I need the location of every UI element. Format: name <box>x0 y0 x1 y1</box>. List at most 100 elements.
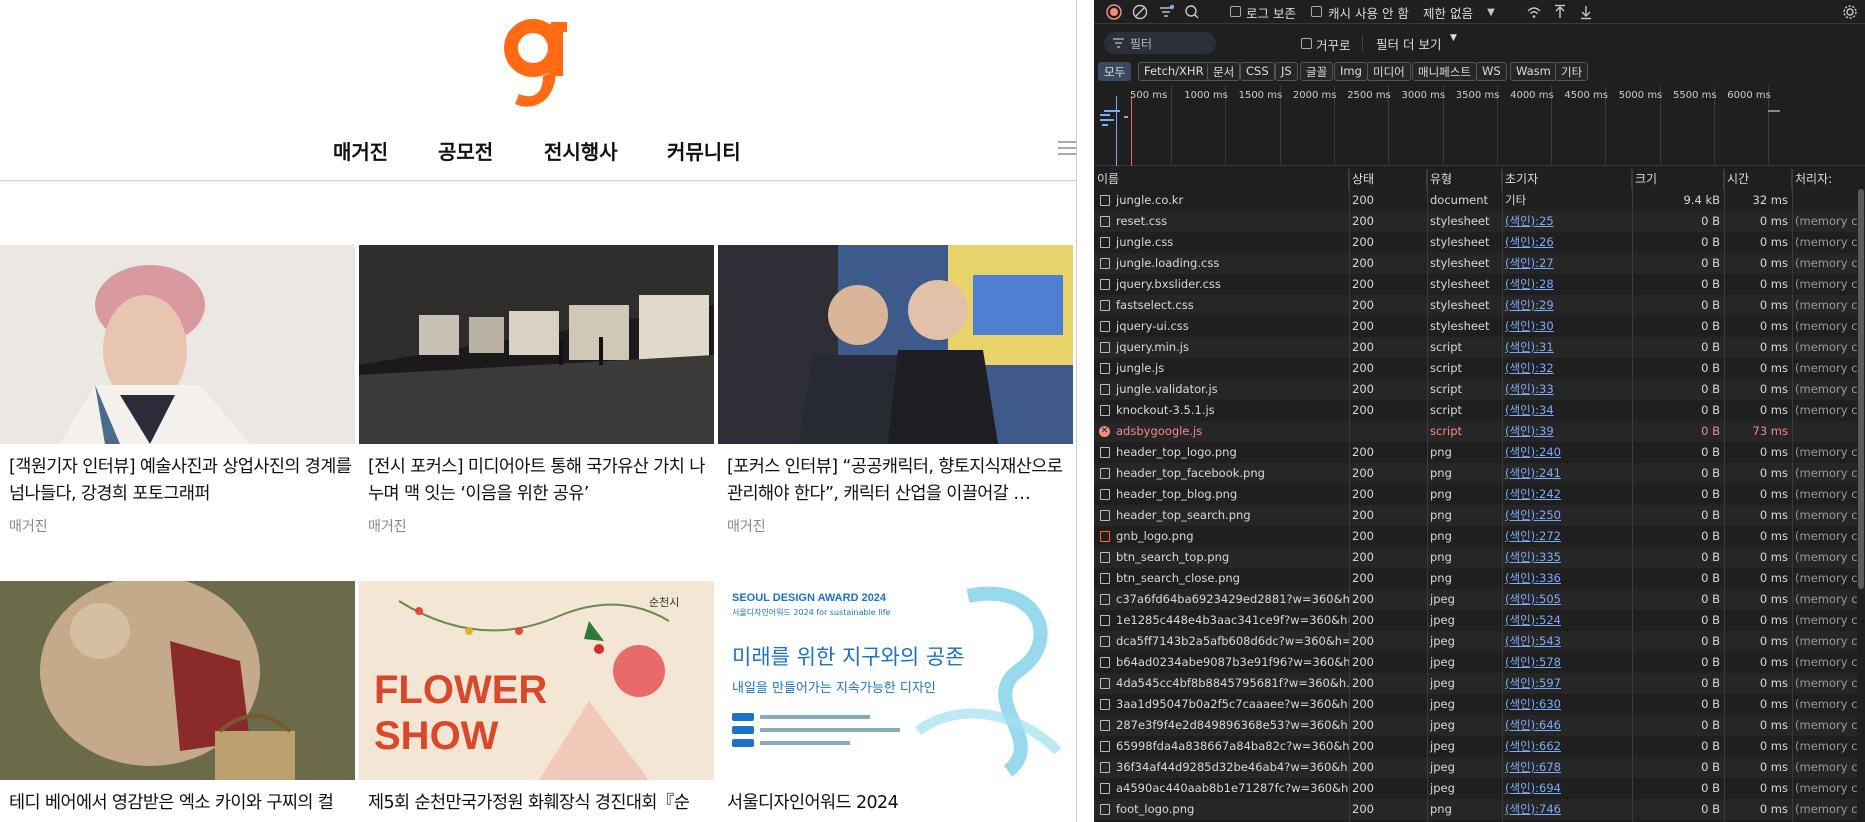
request-initiator[interactable]: (색인):630 <box>1502 694 1632 715</box>
request-row[interactable]: foot_logo.png 200 png (색인):746 0 B 0 ms (memor… <box>1094 799 1857 820</box>
initiator-link[interactable]: (색인):28 <box>1505 277 1554 291</box>
col-initiator[interactable]: 초기자 <box>1502 169 1632 190</box>
initiator-link[interactable]: (색인):240 <box>1505 445 1561 459</box>
initiator-link[interactable]: (색인):543 <box>1505 634 1561 648</box>
network-conditions-icon[interactable] <box>1526 4 1542 20</box>
initiator-link[interactable]: (색인):335 <box>1505 550 1561 564</box>
request-row[interactable]: reset.css 200 stylesheet (색인):25 0 B 0 ms (mem… <box>1094 211 1857 232</box>
invert-label[interactable]: 거꾸로 <box>1316 35 1351 54</box>
network-timeline-overview[interactable]: 500 ms 1000 ms 1500 ms 2000 ms 2500 ms 3000 m… <box>1094 86 1865 166</box>
request-initiator[interactable]: (색인):662 <box>1502 736 1632 757</box>
nav-contest[interactable]: 공모전 <box>438 136 493 165</box>
request-initiator[interactable]: (색인):32 <box>1502 358 1632 379</box>
menu-icon[interactable] <box>1058 141 1076 157</box>
initiator-link[interactable]: (색인):524 <box>1505 613 1561 627</box>
gear-icon[interactable] <box>1842 4 1858 20</box>
initiator-link[interactable]: (색인):34 <box>1505 403 1554 417</box>
request-row[interactable]: 287e3f9f4e2d849896368e53?w=360&h... 200 jp… <box>1094 715 1857 736</box>
request-row[interactable]: a4590ac440aab8b1e71287fc?w=360&h=... 200 j… <box>1094 778 1857 799</box>
request-initiator[interactable]: (색인):505 <box>1502 589 1632 610</box>
request-row[interactable]: gnb_logo.png 200 png (색인):272 0 B 0 ms (memory… <box>1094 526 1857 547</box>
request-row[interactable]: dca5ff7143b2a5afb608d6dc?w=360&h=... 200 j… <box>1094 631 1857 652</box>
chip-other[interactable]: 기타 <box>1555 62 1589 81</box>
col-size[interactable]: 크기 <box>1632 169 1724 190</box>
col-name[interactable]: 이름 <box>1094 169 1349 190</box>
request-row[interactable]: header_top_blog.png 200 png (색인):242 0 B 0 ms… <box>1094 484 1857 505</box>
request-initiator[interactable]: (색인):646 <box>1502 715 1632 736</box>
initiator-link[interactable]: (색인):33 <box>1505 382 1554 396</box>
initiator-link[interactable]: (색인):336 <box>1505 571 1561 585</box>
article-thumbnail[interactable] <box>0 245 355 444</box>
chip-fetch-xhr[interactable]: Fetch/XHR <box>1138 62 1210 81</box>
chip-manifest[interactable]: 매니페스트 <box>1412 62 1477 81</box>
request-row[interactable]: jungle.validator.js 200 script (색인):33 0 B 0 … <box>1094 379 1857 400</box>
initiator-link[interactable]: (색인):26 <box>1505 235 1554 249</box>
initiator-link[interactable]: (색인):29 <box>1505 298 1554 312</box>
article-card[interactable]: FLOWER SHOW 순천시 제5회 순천만국가정원 화훼장식 경진대회『순 <box>359 581 714 822</box>
request-row[interactable]: 3aa1d95047b0a2f5c7caaaee?w=360&h=... 200 j… <box>1094 694 1857 715</box>
request-initiator[interactable]: (색인):25 <box>1502 211 1632 232</box>
initiator-link[interactable]: (색인):241 <box>1505 466 1561 480</box>
request-initiator[interactable]: (색인):28 <box>1502 274 1632 295</box>
request-row[interactable]: header_top_facebook.png 200 png (색인):241 0 B… <box>1094 463 1857 484</box>
initiator-link[interactable]: (색인):578 <box>1505 655 1561 669</box>
request-initiator[interactable]: (색인):34 <box>1502 400 1632 421</box>
request-initiator[interactable]: (색인):241 <box>1502 463 1632 484</box>
more-filters-button[interactable]: 필터 더 보기 <box>1376 34 1441 53</box>
chip-css[interactable]: CSS <box>1240 62 1275 81</box>
article-thumbnail[interactable] <box>0 581 355 780</box>
col-status[interactable]: 상태 <box>1349 169 1427 190</box>
request-row[interactable]: jquery.min.js 200 script (색인):31 0 B 0 ms (mem… <box>1094 337 1857 358</box>
request-row[interactable]: header_top_logo.png 200 png (색인):240 0 B 0 ms… <box>1094 442 1857 463</box>
import-har-icon[interactable] <box>1552 4 1568 20</box>
article-card[interactable]: [포커스 인터뷰] “공공캐릭터, 향토지식재산으로 관리해야 한다”, 캐릭터… <box>718 245 1073 536</box>
article-card[interactable]: [전시 포커스] 미디어아트 통해 국가유산 가치 나누며 맥 잇는 ‘이음을 … <box>359 245 714 536</box>
article-thumbnail[interactable] <box>359 245 714 444</box>
initiator-link[interactable]: (색인):272 <box>1505 529 1561 543</box>
chip-media[interactable]: 미디어 <box>1367 62 1411 81</box>
filter-input[interactable]: 필터 <box>1104 32 1216 54</box>
record-icon[interactable] <box>1106 4 1122 20</box>
table-scrollbar[interactable] <box>1857 169 1865 822</box>
chevron-down-icon[interactable]: ▼ <box>1450 33 1457 43</box>
chevron-down-icon[interactable]: ▼ <box>1483 5 1499 21</box>
request-initiator[interactable]: (색인):578 <box>1502 652 1632 673</box>
article-thumbnail[interactable]: FLOWER SHOW 순천시 <box>359 581 714 780</box>
request-row[interactable]: b64ad0234abe9087b3e91f96?w=360&h... 200 jp… <box>1094 652 1857 673</box>
nav-community[interactable]: 커뮤니티 <box>667 136 741 165</box>
request-row[interactable]: jquery-ui.css 200 stylesheet (색인):30 0 B 0 ms… <box>1094 316 1857 337</box>
request-row[interactable]: header_top_search.png 200 png (색인):250 0 B 0 … <box>1094 505 1857 526</box>
initiator-link[interactable]: (색인):630 <box>1505 697 1561 711</box>
request-row[interactable]: 1e1285c448e4b3aac341ce9f?w=360&h=... 200 j… <box>1094 610 1857 631</box>
article-card[interactable]: [객원기자 인터뷰] 예술사진과 상업사진의 경계를 넘나들다, 강경희 포토그… <box>0 245 355 536</box>
request-initiator[interactable]: (색인):335 <box>1502 547 1632 568</box>
chip-js[interactable]: JS <box>1275 62 1298 81</box>
initiator-link[interactable]: (색인):746 <box>1505 802 1561 816</box>
request-initiator[interactable]: (색인):39 <box>1502 421 1632 442</box>
request-initiator[interactable]: (색인):29 <box>1502 295 1632 316</box>
request-row[interactable]: btn_search_top.png 200 png (색인):335 0 B 0 ms (… <box>1094 547 1857 568</box>
article-title[interactable]: 테디 베어에서 영감받은 엑소 카이와 구찌의 컬 <box>0 790 355 822</box>
disable-cache-label[interactable]: 캐시 사용 안 함 <box>1328 3 1409 22</box>
request-initiator[interactable]: (색인):597 <box>1502 673 1632 694</box>
chip-img[interactable]: Img <box>1334 62 1368 81</box>
request-initiator[interactable]: (색인):240 <box>1502 442 1632 463</box>
chip-wasm[interactable]: Wasm <box>1510 62 1557 81</box>
article-title[interactable]: 서울디자인어워드 2024 <box>718 790 1073 822</box>
initiator-link[interactable]: (색인):250 <box>1505 508 1561 522</box>
initiator-link[interactable]: (색인):597 <box>1505 676 1561 690</box>
request-initiator[interactable]: (색인):27 <box>1502 253 1632 274</box>
article-thumbnail[interactable]: SEOUL DESIGN AWARD 2024 서울디자인어워드 2024 fo… <box>718 581 1073 780</box>
request-initiator[interactable]: (색인):242 <box>1502 484 1632 505</box>
request-initiator[interactable]: (색인):746 <box>1502 799 1632 820</box>
request-row[interactable]: jungle.loading.css 200 stylesheet (색인):27 0 … <box>1094 253 1857 274</box>
chip-font[interactable]: 글꼴 <box>1300 62 1334 81</box>
initiator-link[interactable]: (색인):662 <box>1505 739 1561 753</box>
disable-cache-checkbox[interactable] <box>1311 6 1322 17</box>
request-row[interactable]: 65998fda4a838667a84ba82c?w=360&h... 200 jp… <box>1094 736 1857 757</box>
col-fulfilled-by[interactable]: 처리자: <box>1792 169 1857 190</box>
request-row[interactable]: btn_search_close.png 200 png (색인):336 0 B 0 m… <box>1094 568 1857 589</box>
chip-doc[interactable]: 문서 <box>1207 62 1241 81</box>
request-initiator[interactable]: (색인):250 <box>1502 505 1632 526</box>
initiator-link[interactable]: (색인):242 <box>1505 487 1561 501</box>
